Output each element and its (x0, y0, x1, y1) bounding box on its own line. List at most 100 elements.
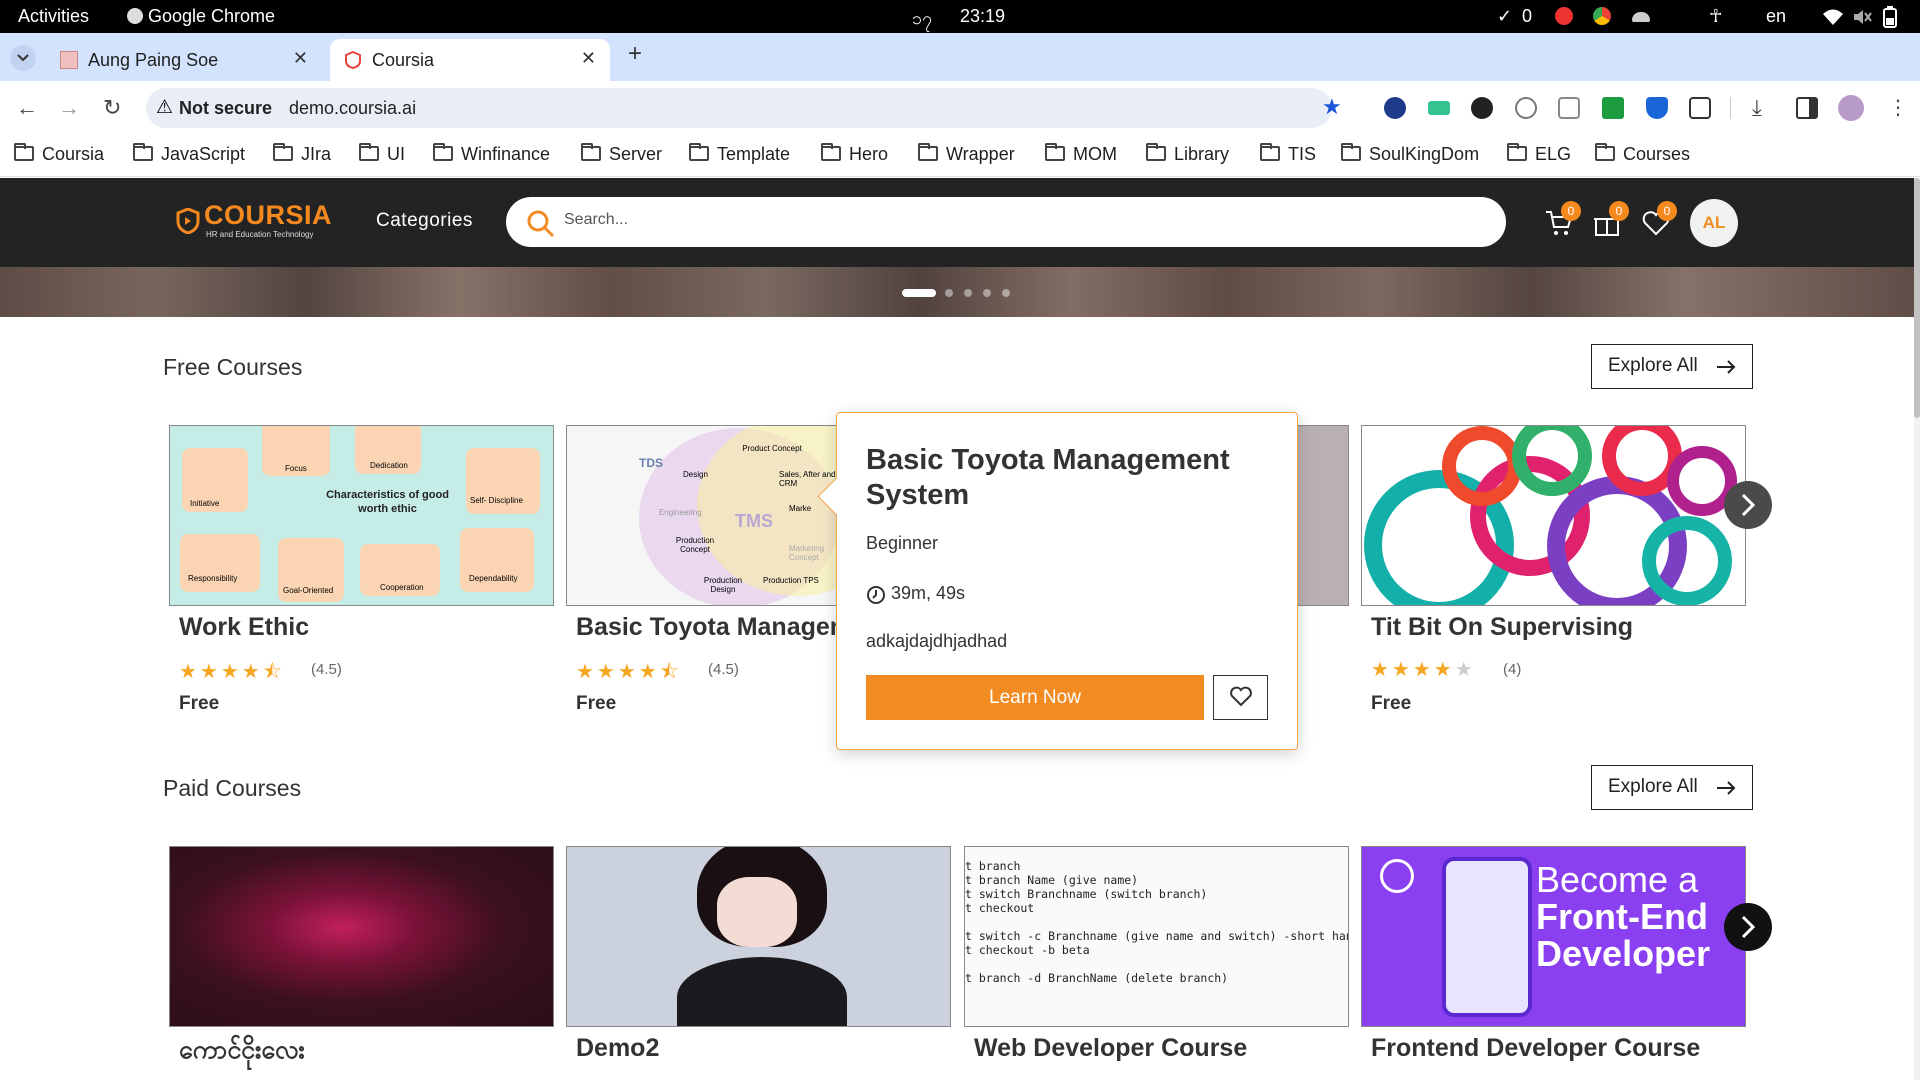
bookmark-tis[interactable]: TIS (1260, 143, 1316, 165)
thumb-label: Dedication (370, 461, 408, 470)
battery-icon[interactable] (1883, 6, 1897, 28)
chrome-tray-icon[interactable] (1593, 7, 1611, 25)
carousel-dot[interactable] (945, 289, 953, 297)
language-indicator[interactable]: en (1766, 6, 1786, 27)
bookmark-template[interactable]: Template (689, 143, 790, 165)
hero-carousel[interactable] (0, 267, 1914, 317)
url-text[interactable]: demo.coursia.ai (289, 98, 416, 119)
course-title[interactable]: ကောင်ငိုးလေး (179, 1034, 305, 1071)
bookmark-label: Coursia (42, 144, 105, 164)
categories-menu[interactable]: Categories (376, 210, 473, 232)
new-tab-button[interactable]: + (628, 40, 642, 68)
page-scrollbar[interactable] (1914, 178, 1920, 1080)
warning-icon: ⚠ (156, 97, 174, 118)
course-thumbnail[interactable]: Become a Front-End Developer (1361, 846, 1746, 1027)
learn-now-button[interactable]: Learn Now (866, 675, 1204, 720)
carousel-dot[interactable] (964, 289, 972, 297)
course-thumbnail[interactable]: t branch t branch Name (give name) t swi… (964, 846, 1349, 1027)
bookmark-hero[interactable]: Hero (821, 143, 888, 165)
folder-icon (1507, 143, 1527, 161)
bookmark-soulkingdom[interactable]: SoulKingDom (1341, 143, 1479, 165)
bookmark-label: Library (1174, 144, 1230, 164)
check-icon[interactable]: ✓ (1497, 6, 1512, 27)
close-tab-icon[interactable]: ✕ (581, 48, 596, 69)
carousel-dot-active[interactable] (902, 289, 936, 297)
chevron-down-icon (17, 54, 29, 62)
tab-coursia[interactable]: Coursia ✕ (330, 39, 610, 81)
volume-muted-icon[interactable] (1852, 8, 1872, 26)
bookmark-ui[interactable]: UI (359, 143, 405, 165)
bookmark-courses[interactable]: Courses (1595, 143, 1690, 165)
user-avatar[interactable]: AL (1690, 199, 1738, 247)
carousel-dot[interactable] (1002, 289, 1010, 297)
search-placeholder: Search... (564, 211, 629, 228)
course-title[interactable]: Tit Bit On Supervising (1371, 613, 1633, 642)
reload-icon[interactable]: ↻ (103, 95, 121, 121)
thumbnail-title: Characteristics of good worth ethic (326, 489, 449, 515)
course-search-input[interactable]: Search... (506, 197, 1506, 247)
profile-avatar[interactable] (1838, 95, 1864, 121)
bookmark-library[interactable]: Library (1146, 143, 1230, 165)
scrollbar-thumb[interactable] (1914, 178, 1920, 418)
side-panel-icon[interactable] (1796, 97, 1818, 119)
extension-check-icon[interactable] (1384, 97, 1406, 119)
course-title[interactable]: Work Ethic (179, 613, 309, 642)
coursia-favicon-icon (345, 51, 361, 69)
rating-value: (4.5) (708, 661, 739, 678)
paid-carousel-next-button[interactable] (1724, 903, 1772, 951)
logo-text: COURSIA (204, 200, 333, 230)
extension-shield-icon[interactable] (1646, 97, 1668, 119)
tab-search-button[interactable] (10, 45, 36, 71)
course-title[interactable]: Demo2 (576, 1034, 659, 1063)
logo-shield-icon (176, 208, 200, 234)
bookmark-coursia[interactable]: Coursia (14, 143, 105, 165)
close-tab-icon[interactable]: ✕ (293, 48, 308, 69)
bookmark-elg[interactable]: ELG (1507, 143, 1571, 165)
activities-button[interactable]: Activities (18, 6, 89, 27)
bookmark-javascript[interactable]: JavaScript (133, 143, 246, 165)
course-title[interactable]: Basic Toyota Managem (576, 613, 852, 642)
extension-circle-icon[interactable] (1515, 97, 1537, 119)
extension-cookie-icon[interactable] (1558, 97, 1580, 119)
browser-menu-icon[interactable]: ⋮ (1888, 95, 1908, 120)
course-thumbnail[interactable] (169, 846, 554, 1027)
bookmark-jira[interactable]: JIra (273, 143, 331, 165)
active-app-name[interactable]: Google Chrome (148, 6, 275, 27)
bookmark-mom[interactable]: MOM (1045, 143, 1117, 165)
course-thumbnail[interactable] (1361, 425, 1746, 606)
extension-swirl-icon[interactable] (1471, 97, 1493, 119)
extensions-puzzle-icon[interactable] (1689, 97, 1711, 119)
extension-download-icon[interactable] (1602, 97, 1624, 119)
thumb-label: Marketing Concept (789, 544, 825, 562)
clock-day[interactable]: ၁၇ (912, 6, 932, 33)
cloud-icon[interactable] (1632, 12, 1650, 22)
security-indicator[interactable]: Not secure (179, 98, 272, 119)
bookmark-server[interactable]: Server (581, 143, 662, 165)
course-thumbnail[interactable] (566, 846, 951, 1027)
extension-mountain-icon[interactable] (1428, 101, 1450, 115)
add-to-wishlist-button[interactable] (1213, 675, 1268, 720)
back-arrow-icon[interactable]: ← (16, 95, 38, 121)
free-carousel-next-button[interactable] (1724, 481, 1772, 529)
bookmark-winfinance[interactable]: Winfinance (433, 143, 550, 165)
popover-duration: 39m, 49s (891, 583, 966, 603)
bookmark-wrapper[interactable]: Wrapper (918, 143, 1015, 165)
forward-arrow-icon[interactable]: → (58, 95, 80, 121)
carousel-dot[interactable] (983, 289, 991, 297)
accessibility-icon[interactable]: ☥ (1709, 6, 1722, 27)
thumb-label: Marke (789, 504, 812, 513)
bookmark-label: JavaScript (161, 144, 246, 164)
course-title[interactable]: Web Developer Course (974, 1034, 1247, 1063)
paid-explore-all-button[interactable]: Explore All (1591, 765, 1753, 810)
downloads-icon[interactable]: ⤓ (1752, 95, 1762, 121)
bookmark-star-icon[interactable]: ★ (1322, 94, 1342, 120)
clock-time[interactable]: 23:19 (960, 6, 1005, 27)
course-thumbnail[interactable]: Characteristics of good worth ethic Init… (169, 425, 554, 606)
free-explore-all-button[interactable]: Explore All (1591, 344, 1753, 389)
tray-app-icon[interactable] (1555, 7, 1573, 25)
wifi-icon[interactable] (1822, 8, 1844, 26)
course-title[interactable]: Frontend Developer Course (1371, 1034, 1700, 1063)
address-bar[interactable]: ⚠ Not secure demo.coursia.ai ★ (146, 88, 1342, 128)
tab-aung-paing-soe[interactable]: Aung Paing Soe ✕ (46, 39, 322, 81)
